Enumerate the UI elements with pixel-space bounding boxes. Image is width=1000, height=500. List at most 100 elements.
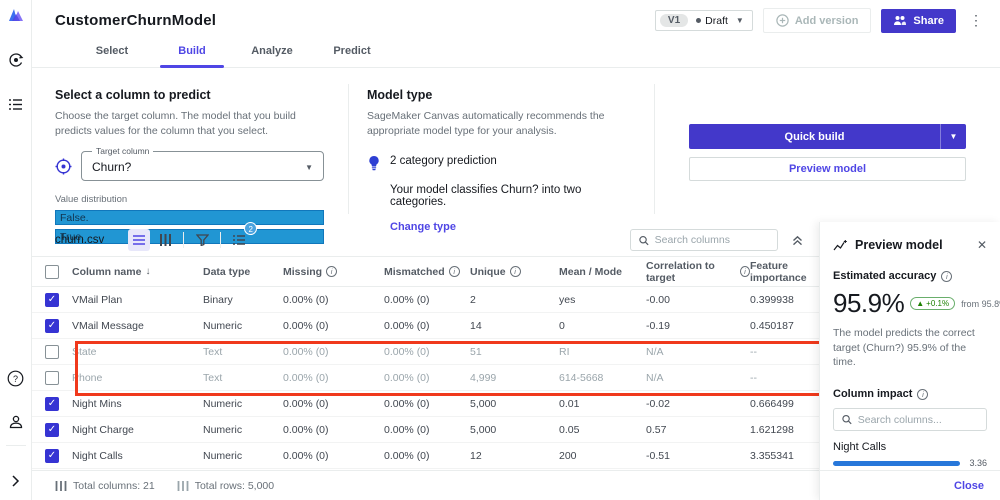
dataset-toolbar: churn.csv 2 Search columns: [32, 222, 819, 257]
cell-feature-importance: 0.399938: [750, 293, 794, 306]
cell-correlation: 0.57: [646, 423, 667, 436]
cell-unique: 4,999: [470, 371, 497, 384]
table-row: ✓ VMail Plan Binary 0.00% (0) 0.00% (0) 2 yes -…: [32, 287, 819, 313]
info-icon[interactable]: i: [739, 266, 750, 277]
cell-mean-mode: 614-5668: [559, 371, 604, 384]
filter-icon[interactable]: [191, 229, 213, 251]
impact-bar: [833, 460, 960, 466]
target-column-panel: Select a column to predict Choose the ta…: [32, 80, 348, 245]
info-icon[interactable]: i: [509, 266, 521, 277]
tab-select[interactable]: Select: [72, 41, 152, 67]
table-row: Phone Text 0.00% (0) 0.00% (0) 4,999 614-5668…: [32, 365, 819, 391]
cell-name: State: [72, 345, 97, 358]
help-icon[interactable]: ?: [7, 369, 25, 387]
cell-mean-mode: 0.05: [559, 423, 580, 436]
grid-view-icon[interactable]: [154, 229, 176, 251]
version-selector[interactable]: V1 Draft ▼: [654, 10, 753, 31]
table-body: ✓ VMail Plan Binary 0.00% (0) 0.00% (0) 2 yes -…: [32, 287, 819, 469]
svg-text:?: ?: [13, 374, 18, 384]
cell-feature-importance: 0.666499: [750, 397, 794, 410]
rows-count-icon: [177, 480, 189, 491]
sort-descending-icon[interactable]: ↓: [145, 266, 150, 277]
tab-predict[interactable]: Predict: [312, 41, 392, 67]
impact-column-name: Night Calls: [833, 441, 887, 454]
target-column-value: Churn?: [92, 160, 132, 175]
cell-missing: 0.00% (0): [283, 371, 329, 384]
tab-analyze[interactable]: Analyze: [232, 41, 312, 67]
row-checkbox[interactable]: ✓: [45, 292, 59, 307]
cell-correlation: -0.19: [646, 319, 670, 332]
cell-mean-mode: yes: [559, 293, 576, 306]
model-type-description: SageMaker Canvas automatically recommend…: [367, 110, 605, 138]
cell-name: Night Calls: [72, 449, 123, 462]
impact-value: 3.36: [969, 458, 987, 469]
quick-build-dropdown-caret-icon[interactable]: ▼: [940, 124, 966, 149]
info-icon[interactable]: i: [326, 266, 338, 277]
close-icon[interactable]: ✕: [977, 238, 987, 252]
accuracy-previous: from 95.8%: [961, 298, 1000, 309]
row-checkbox[interactable]: ✓: [45, 318, 59, 333]
cell-mean-mode: 0.01: [559, 397, 580, 410]
list-view-icon[interactable]: [128, 229, 151, 251]
toolbar-divider: [220, 232, 222, 248]
row-checkbox[interactable]: ✓: [45, 448, 59, 463]
models-nav-icon[interactable]: [7, 51, 25, 69]
impact-search-input[interactable]: [857, 413, 978, 426]
cell-data-type: Numeric: [203, 423, 243, 436]
cell-unique: 5,000: [470, 397, 497, 410]
info-icon[interactable]: i: [941, 270, 953, 282]
cell-missing: 0.00% (0): [283, 397, 329, 410]
sagemaker-canvas-logo-icon[interactable]: [7, 7, 25, 25]
accuracy-description: The model predicts the correct target (C…: [833, 327, 975, 369]
account-icon[interactable]: [7, 413, 25, 431]
model-type-panel: Model type SageMaker Canvas automaticall…: [349, 80, 654, 233]
estimated-accuracy-label: Estimated accuracy: [833, 270, 937, 282]
target-icon: [55, 158, 72, 175]
row-checkbox[interactable]: [45, 370, 59, 385]
model-type-detail: Your model classifies Churn? into two ca…: [390, 184, 582, 209]
datasets-nav-icon[interactable]: [7, 95, 25, 113]
columns-count-icon: [55, 480, 67, 491]
add-version-button[interactable]: Add version: [762, 8, 872, 33]
total-columns-stat: Total columns: 21: [55, 480, 155, 492]
toolbar-divider: [183, 232, 185, 248]
accuracy-delta-badge: ▲ +0.1%: [910, 297, 956, 310]
column-impact-label: Column impact: [833, 388, 913, 401]
cell-missing: 0.00% (0): [283, 449, 329, 462]
selected-columns-icon[interactable]: 2: [228, 222, 258, 251]
table-row: State Text 0.00% (0) 0.00% (0) 51 RI N/A --: [32, 339, 819, 365]
quick-build-button[interactable]: Quick build ▼: [689, 124, 966, 149]
row-checkbox[interactable]: ✓: [45, 422, 59, 437]
cell-missing: 0.00% (0): [283, 423, 329, 436]
target-column-dropdown[interactable]: Target column Churn? ▼: [81, 146, 324, 182]
cell-mismatched: 0.00% (0): [384, 449, 430, 462]
columns-search[interactable]: [630, 229, 778, 251]
share-button[interactable]: Share: [881, 8, 956, 33]
model-type-title: Model type: [367, 88, 433, 102]
selected-columns-badge: 2: [244, 222, 258, 235]
row-checkbox[interactable]: [45, 344, 59, 359]
cell-mismatched: 0.00% (0): [384, 319, 430, 332]
preview-model-button[interactable]: Preview model: [689, 157, 966, 181]
cell-unique: 51: [470, 345, 482, 358]
preview-panel-title: Preview model: [855, 238, 943, 252]
cell-correlation: N/A: [646, 345, 664, 358]
cell-feature-importance: --: [750, 371, 757, 384]
close-preview-link[interactable]: Close: [954, 480, 984, 492]
cell-mismatched: 0.00% (0): [384, 345, 430, 358]
search-icon: [842, 415, 852, 425]
select-all-checkbox[interactable]: [45, 264, 59, 279]
tab-build[interactable]: Build: [152, 41, 232, 68]
collapse-panel-icon[interactable]: [792, 235, 803, 246]
expand-sidebar-chevron-icon[interactable]: [7, 472, 25, 490]
info-icon[interactable]: i: [448, 266, 460, 277]
cell-correlation: -0.00: [646, 293, 670, 306]
cell-data-type: Text: [203, 371, 223, 384]
info-icon[interactable]: i: [917, 388, 929, 400]
impact-search[interactable]: [833, 408, 987, 432]
more-actions-kebab-icon[interactable]: ⋮: [966, 12, 986, 29]
cell-name: Phone: [72, 371, 103, 384]
row-checkbox[interactable]: ✓: [45, 396, 59, 411]
columns-search-input[interactable]: [654, 234, 769, 246]
plus-circle-icon: [776, 14, 789, 27]
